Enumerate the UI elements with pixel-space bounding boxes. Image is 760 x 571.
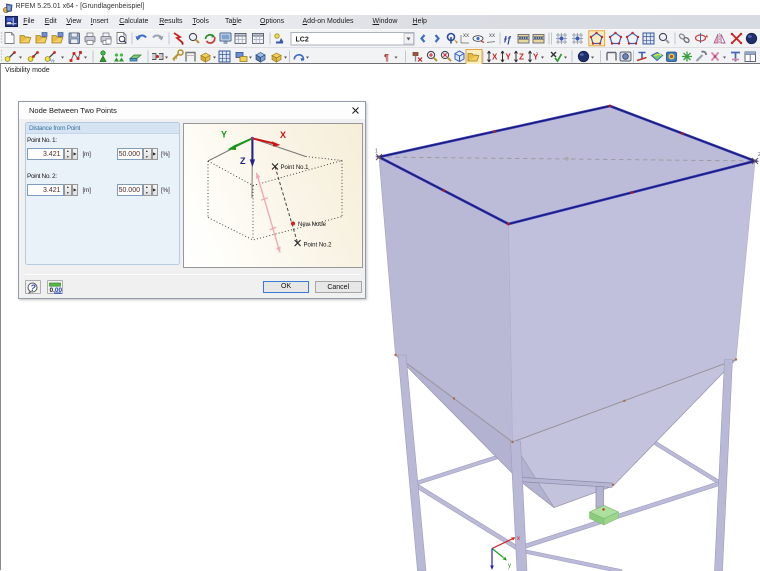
svg-text:Y: Y [506, 52, 512, 61]
svg-text:X: X [492, 52, 498, 61]
svg-text:xx: xx [463, 33, 469, 39]
svg-text:Z: Z [240, 156, 246, 166]
svg-text:New Node: New Node [298, 222, 327, 228]
svg-text:Ɨƒ: Ɨƒ [504, 35, 512, 45]
svg-text:Point No.2: Point No.2 [304, 243, 333, 249]
svg-text:Y: Y [221, 130, 227, 140]
svg-text:?: ? [31, 283, 37, 293]
svg-text:y: y [508, 563, 511, 569]
svg-text:x: x [517, 536, 520, 542]
svg-text:Point No.1: Point No.1 [281, 165, 310, 171]
svg-text:¶: ¶ [384, 52, 389, 62]
svg-text:X: X [280, 130, 286, 140]
svg-text:1: 1 [375, 149, 378, 155]
svg-text:½: ½ [50, 57, 55, 64]
svg-text:xx: xx [489, 33, 495, 39]
svg-text:LC2: LC2 [296, 37, 309, 44]
svg-text:Z: Z [519, 52, 524, 61]
